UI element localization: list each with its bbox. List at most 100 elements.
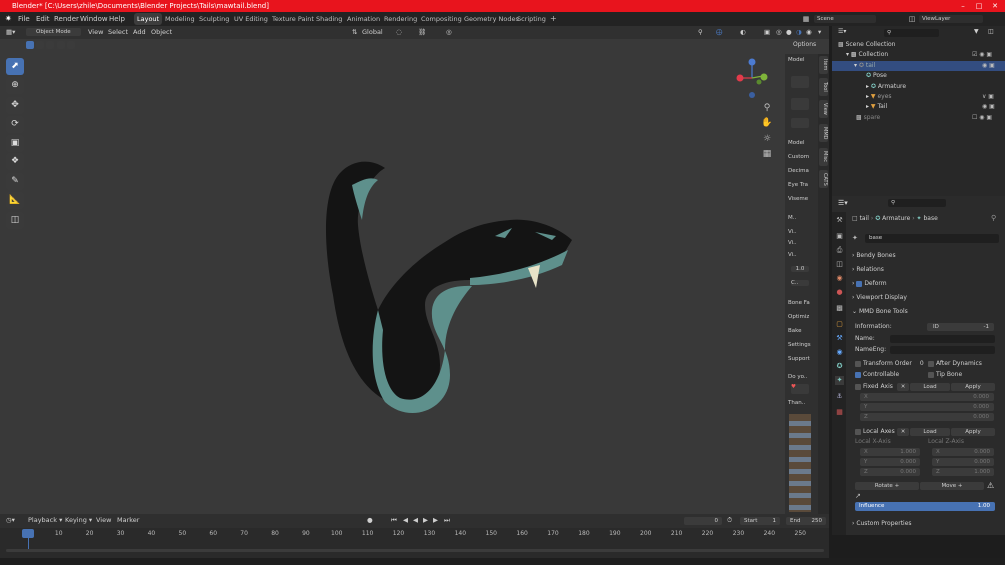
end-frame-field[interactable]: End 250	[786, 517, 826, 525]
tab-shading[interactable]: Shading	[313, 13, 345, 25]
bone-constraint-tab-icon[interactable]: ⚓	[835, 392, 844, 401]
section-deform[interactable]: › Deform	[852, 279, 887, 289]
np-decimation[interactable]: Decima	[788, 168, 809, 174]
menu-keying[interactable]: Keying ▾	[65, 515, 92, 526]
local-z-y-field[interactable]: Y 0.000	[932, 458, 994, 466]
shading-solid-icon[interactable]: ●	[786, 27, 792, 38]
select-extend-icon[interactable]	[36, 41, 45, 49]
section-custom-properties[interactable]: › Custom Properties	[852, 519, 912, 529]
np-viseme-c[interactable]: Vi..	[788, 252, 797, 258]
move-plus-button[interactable]: Move +	[920, 482, 984, 490]
controllable-checkbox[interactable]	[855, 371, 861, 378]
shading-options-icon[interactable]: ▾	[818, 27, 821, 38]
outliner-row-pose[interactable]: ✪ Pose	[866, 71, 887, 81]
bone-name-field[interactable]: base	[865, 234, 999, 243]
tab-mmd[interactable]: MMD	[819, 124, 828, 142]
move-icon[interactable]: ✥	[6, 97, 24, 114]
fixed-axis-checkbox[interactable]	[855, 383, 861, 390]
menu-file[interactable]: File	[18, 12, 30, 26]
perspective-grid-icon[interactable]: ▦	[760, 147, 774, 161]
np-create-button[interactable]: C..	[791, 280, 809, 286]
stopwatch-icon[interactable]: ⏱	[727, 515, 732, 526]
xray-icon[interactable]: ▣	[764, 27, 770, 38]
visibility-eye-icon[interactable]: ◉ ▣	[982, 61, 995, 71]
np-icon-a[interactable]	[791, 76, 809, 88]
proportional-edit-icon[interactable]: ◎	[446, 27, 452, 38]
view-layer-selector[interactable]: ViewLayer	[919, 15, 983, 23]
menu-timeline-view[interactable]: View	[96, 515, 111, 526]
record-icon[interactable]: ●	[367, 515, 373, 526]
section-bendy-bones[interactable]: › Bendy Bones	[852, 251, 896, 261]
np-custom[interactable]: Custom	[788, 154, 809, 160]
menu-select[interactable]: Select	[108, 27, 128, 38]
id-field[interactable]: ID -1	[927, 323, 994, 331]
outliner-row-eyes[interactable]: ▸ ▼ eyes	[866, 92, 892, 102]
np-mesh[interactable]: M..	[788, 215, 796, 221]
after-dynamics-checkbox[interactable]	[928, 360, 934, 367]
controllable-row[interactable]: Controllable	[855, 370, 899, 380]
timeline-editor-icon[interactable]: ◷▾	[6, 515, 15, 526]
shading-rendered-icon[interactable]: ◉	[806, 27, 812, 38]
menu-playback[interactable]: Playback ▾	[28, 515, 62, 526]
heart-icon[interactable]: ♥	[791, 384, 809, 394]
outliner-row-scene-collection[interactable]: ▩ Scene Collection	[838, 40, 895, 50]
select-subtract-icon[interactable]	[46, 41, 55, 49]
tab-geometry-nodes[interactable]: Geometry Nodes	[461, 13, 522, 25]
pin-icon[interactable]: ⚲	[991, 214, 996, 222]
local-z-z-field[interactable]: Z 1.000	[932, 468, 994, 476]
tab-scripting[interactable]: Scripting	[514, 13, 549, 25]
visibility-eye-icon[interactable]: ◉ ▣	[982, 102, 995, 112]
name-field[interactable]	[890, 335, 995, 343]
menu-add[interactable]: Add	[133, 27, 146, 38]
properties-search-input[interactable]: ⚲	[888, 199, 946, 207]
pan-hand-icon[interactable]: ✋	[760, 116, 774, 130]
tab-modeling[interactable]: Modeling	[162, 13, 198, 25]
timeline-scrollbar[interactable]	[6, 549, 824, 552]
measure-icon[interactable]: 📐	[6, 192, 24, 209]
output-tab-icon[interactable]: ⎙	[835, 246, 844, 255]
current-frame-field[interactable]: 0	[684, 517, 722, 525]
outliner-row-collection[interactable]: ▾ ▩ Collection	[846, 50, 888, 60]
editor-type-icon[interactable]: ▦▾	[6, 27, 15, 38]
np-optimization[interactable]: Optimiz	[788, 314, 809, 320]
close-icon[interactable]: ✕	[987, 0, 1003, 12]
add-workspace-icon[interactable]: +	[547, 13, 560, 25]
start-frame-field[interactable]: Start 1	[740, 517, 780, 525]
np-icon-b[interactable]	[791, 98, 809, 110]
collection-tab-icon[interactable]: ▩	[835, 304, 844, 313]
camera-view-icon[interactable]: ☼	[760, 132, 774, 146]
bone-tab-icon[interactable]: ✦	[835, 376, 844, 385]
menu-render[interactable]: Render	[54, 12, 79, 26]
menu-view[interactable]: View	[88, 27, 103, 38]
local-axes-row[interactable]: Local Axes	[855, 427, 895, 437]
scene-tab-icon[interactable]: ◉	[835, 274, 844, 283]
transform-icon[interactable]: ❖	[6, 153, 24, 170]
section-relations[interactable]: › Relations	[852, 265, 884, 275]
np-eye-tracking[interactable]: Eye Tra	[788, 182, 808, 188]
tab-layout[interactable]: Layout	[134, 13, 163, 25]
view-layer-tab-icon[interactable]: ◫	[835, 260, 844, 269]
np-shape-intensity[interactable]: 1.0	[791, 266, 809, 272]
transform-order-checkbox[interactable]	[855, 360, 861, 367]
modifier-tab-icon[interactable]: ⚒	[835, 334, 844, 343]
fixed-axis-apply-button[interactable]: Apply	[951, 383, 995, 391]
local-z-x-field[interactable]: X 0.000	[932, 448, 994, 456]
object-tab-icon[interactable]: ▢	[835, 320, 844, 329]
texture-tab-icon[interactable]: ▦	[835, 408, 844, 417]
menu-window[interactable]: Window	[80, 12, 108, 26]
playhead[interactable]	[22, 529, 34, 538]
np-viseme-b[interactable]: Vi..	[788, 240, 797, 246]
next-keyframe-icon[interactable]: ▶	[433, 515, 438, 526]
new-collection-icon[interactable]: ◫	[988, 27, 994, 37]
np-viseme-a[interactable]: Vi..	[788, 229, 797, 235]
select-new-icon[interactable]	[26, 41, 34, 49]
local-x-y-field[interactable]: Y 0.000	[860, 458, 920, 466]
add-cube-icon[interactable]: ◫	[6, 212, 24, 229]
data-tab-icon[interactable]: ✪	[835, 362, 844, 371]
play-icon[interactable]: ▶	[423, 515, 428, 526]
local-x-z-field[interactable]: Z 0.000	[860, 468, 920, 476]
physics-tab-icon[interactable]: ◉	[835, 348, 844, 357]
np-settings[interactable]: Settings	[788, 342, 811, 348]
np-icon-c[interactable]	[791, 118, 809, 128]
deform-checkbox[interactable]	[856, 280, 863, 287]
